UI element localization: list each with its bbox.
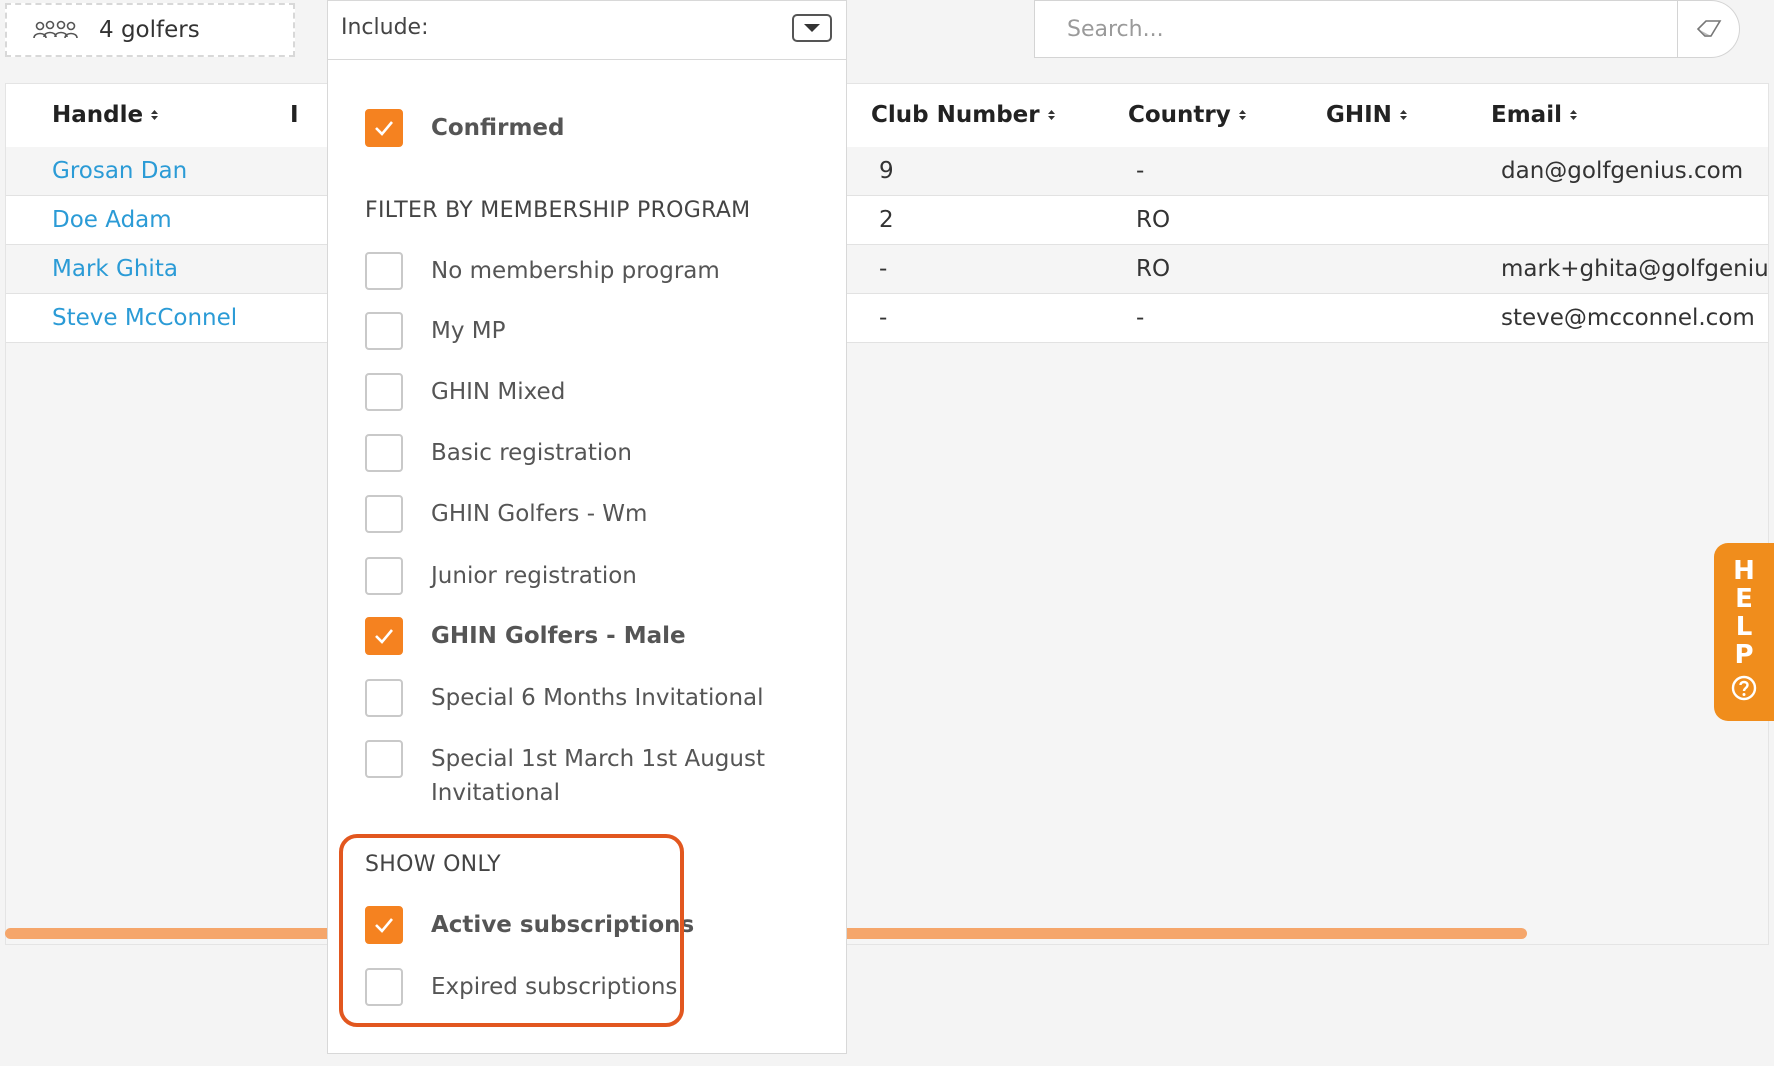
option-confirmed[interactable]: Confirmed (365, 109, 564, 147)
help-letter: P (1734, 640, 1754, 670)
golfer-handle-link[interactable]: Steve McConnel (52, 305, 237, 331)
checkmark-icon (375, 121, 393, 136)
option-membership[interactable]: GHIN Golfers - Male (365, 617, 686, 655)
dropdown-toggle-button[interactable] (792, 14, 832, 42)
checkbox[interactable] (365, 373, 403, 411)
caret-down-icon (804, 24, 820, 32)
country-cell: - (1136, 158, 1145, 184)
golfer-handle-link[interactable]: Grosan Dan (52, 158, 187, 184)
option-membership[interactable]: GHIN Golfers - Wm (365, 495, 647, 533)
help-letter: E (1735, 584, 1753, 614)
sort-icon (151, 110, 159, 120)
checkbox-checked[interactable] (365, 109, 403, 147)
golfers-count-badge: 4 golfers (5, 3, 295, 57)
clear-search-button[interactable] (1678, 0, 1740, 58)
column-header-ghin[interactable]: GHIN (1326, 102, 1408, 128)
option-membership[interactable]: Special 1st March 1st August Invitationa… (365, 740, 771, 810)
golfer-handle-link[interactable]: Doe Adam (52, 207, 172, 233)
email-cell: dan@golfgenius.com (1501, 158, 1744, 184)
checkbox[interactable] (365, 312, 403, 350)
checkbox[interactable] (365, 434, 403, 472)
checkbox[interactable] (365, 740, 403, 778)
club-number-cell: 9 (879, 158, 894, 184)
column-header-club-number[interactable]: Club Number (871, 102, 1056, 128)
checkmark-icon (375, 629, 393, 644)
column-header-hidden: I (290, 102, 299, 128)
email-cell: mark+ghita@golfgenius. (1501, 256, 1768, 282)
option-membership[interactable]: GHIN Mixed (365, 373, 565, 411)
table-row: Grosan Dan 9 - dan@golfgenius.com (6, 147, 1768, 196)
country-cell: RO (1136, 207, 1171, 233)
option-membership[interactable]: My MP (365, 312, 505, 350)
search-bar (1034, 0, 1740, 58)
option-membership[interactable]: Basic registration (365, 434, 632, 472)
country-cell: - (1136, 305, 1145, 331)
table-row: Mark Ghita - RO mark+ghita@golfgenius. (6, 245, 1768, 294)
question-circle-icon (1731, 675, 1757, 701)
include-filter-select[interactable]: Include: (327, 0, 847, 60)
show-only-highlight (339, 834, 684, 1027)
table-row: Doe Adam 2 RO (6, 196, 1768, 245)
sort-icon (1047, 110, 1055, 120)
help-letter: L (1735, 612, 1753, 642)
checkbox[interactable] (365, 252, 403, 290)
golfers-count-label: 4 golfers (99, 17, 200, 43)
email-cell: steve@mcconnel.com (1501, 305, 1755, 331)
club-number-cell: 2 (879, 207, 894, 233)
include-filter-label: Include: (341, 15, 429, 40)
search-input[interactable] (1034, 0, 1678, 58)
option-membership[interactable]: Junior registration (365, 557, 637, 595)
column-header-handle[interactable]: Handle (52, 102, 159, 128)
table-header: Handle I Club Number Country GHIN Email (6, 84, 1768, 148)
sort-icon (1238, 110, 1246, 120)
club-number-cell: - (879, 256, 888, 282)
country-cell: RO (1136, 256, 1171, 282)
checkbox[interactable] (365, 495, 403, 533)
eraser-icon (1696, 20, 1721, 37)
membership-section-title: FILTER BY MEMBERSHIP PROGRAM (365, 198, 751, 223)
option-membership[interactable]: No membership program (365, 252, 720, 290)
golfer-handle-link[interactable]: Mark Ghita (52, 256, 178, 282)
help-tab[interactable]: H E L P (1714, 543, 1774, 721)
table-row: Steve McConnel - - steve@mcconnel.com (6, 294, 1768, 343)
column-header-email[interactable]: Email (1491, 102, 1578, 128)
club-number-cell: - (879, 305, 888, 331)
option-membership[interactable]: Special 6 Months Invitational (365, 679, 764, 717)
sort-icon (1569, 110, 1577, 120)
column-header-country[interactable]: Country (1128, 102, 1247, 128)
checkbox[interactable] (365, 679, 403, 717)
checkbox[interactable] (365, 557, 403, 595)
checkbox-checked[interactable] (365, 617, 403, 655)
sort-icon (1399, 110, 1407, 120)
help-letter: H (1733, 556, 1755, 586)
group-icon (33, 20, 78, 39)
